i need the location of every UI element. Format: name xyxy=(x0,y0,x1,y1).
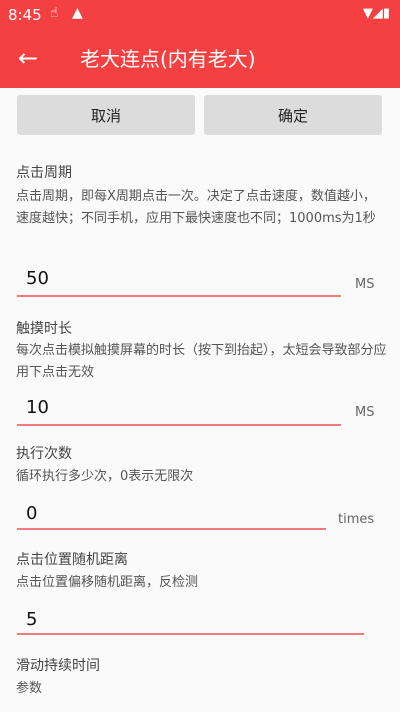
touch-duration-input[interactable]: 10 xyxy=(26,397,49,418)
exec-count-unit: times xyxy=(338,512,375,527)
setting-label-click-period: 点击周期 xyxy=(16,165,72,181)
exec-count-input[interactable]: 0 xyxy=(26,503,37,524)
random-offset-input[interactable]: 5 xyxy=(26,609,37,630)
click-period-input[interactable]: 50 xyxy=(26,268,49,289)
wifi-signal-battery-icons: ▼◢▮ xyxy=(362,6,390,21)
setting-desc-random-offset: 点击位置偏移随机距离，反检测 xyxy=(16,575,199,590)
back-arrow-icon[interactable]: ← xyxy=(18,44,38,72)
setting-label-touch-duration: 触摸时长 xyxy=(16,321,72,337)
setting-desc-exec-count: 循环执行多少次，0表示无限次 xyxy=(16,469,194,484)
random-offset-underline xyxy=(17,633,364,635)
setting-label-exec-count: 执行次数 xyxy=(16,446,72,462)
app-bar: 8:45 ☝ ▲ ▼◢▮ ← 老大连点(内有老大) xyxy=(0,0,400,88)
touch-icon: ☝ xyxy=(50,5,59,21)
cancel-button[interactable]: 取消 xyxy=(17,95,195,135)
setting-desc-click-period: 点击周期，即每X周期点击一次。决定了点击速度，数值越小，速度越快；不同手机，应用… xyxy=(16,189,376,226)
setting-label-swipe-duration: 滑动持续时间 xyxy=(16,658,100,674)
status-bar: 8:45 ☝ ▲ ▼◢▮ xyxy=(0,0,400,30)
setting-desc-swipe-duration: 参数 xyxy=(16,681,43,696)
page-title: 老大连点(内有老大) xyxy=(80,47,256,71)
confirm-button[interactable]: 确定 xyxy=(204,95,382,135)
click-period-underline xyxy=(17,295,341,297)
app-notification-icon: ▲ xyxy=(72,5,83,21)
setting-label-random-offset: 点击位置随机距离 xyxy=(16,552,128,568)
setting-desc-touch-duration: 每次点击模拟触摸屏幕的时长（按下到抬起），太短会导致部分应用下点击无效 xyxy=(16,343,387,380)
exec-count-underline xyxy=(17,528,326,530)
status-time: 8:45 xyxy=(8,6,42,24)
touch-duration-underline xyxy=(17,424,341,426)
click-period-unit: MS xyxy=(355,277,375,292)
touch-duration-unit: MS xyxy=(355,405,375,420)
